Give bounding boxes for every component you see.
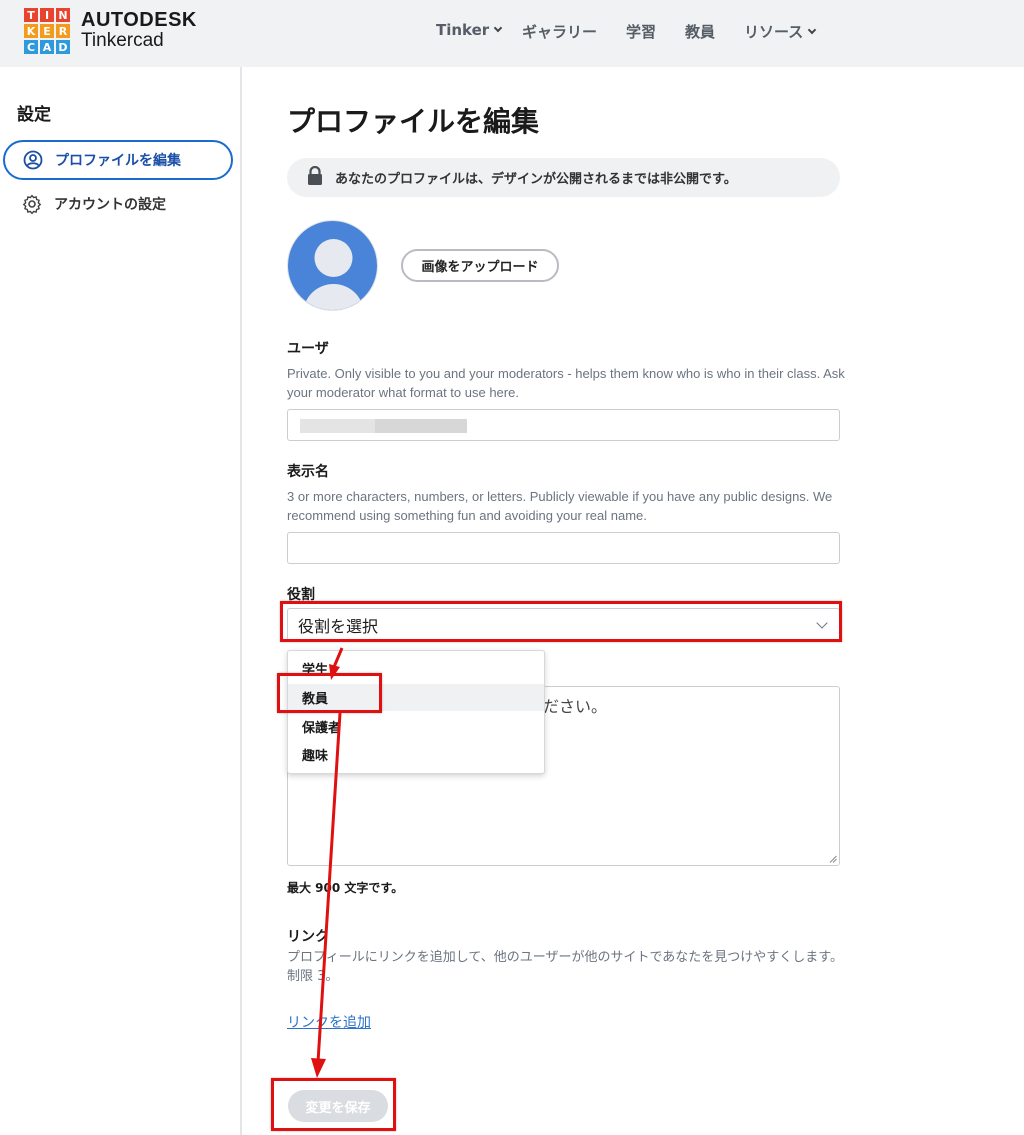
- username-field[interactable]: [287, 409, 840, 441]
- page-title: プロファイルを編集: [287, 105, 540, 138]
- logo-letter-n: N: [56, 8, 70, 22]
- brand-tinkercad: Tinkercad: [81, 30, 164, 51]
- privacy-notice-text: あなたのプロファイルは、デザインが公開されるまでは非公開です。: [335, 172, 737, 187]
- add-link-button[interactable]: リンクを追加: [287, 1012, 371, 1032]
- chevron-down-icon: [808, 25, 817, 34]
- gear-icon: [22, 194, 42, 214]
- display-name-field[interactable]: [287, 532, 840, 564]
- logo-letter-d: D: [56, 40, 70, 54]
- sidebar-divider: [240, 67, 242, 1135]
- sidebar-item-label: アカウントの設定: [54, 197, 166, 213]
- tinkercad-logo[interactable]: TIN KER CAD: [24, 8, 70, 54]
- logo-letter-c: C: [24, 40, 38, 54]
- display-name-label: 表示名: [287, 464, 329, 480]
- display-name-help-text: 3 or more characters, numbers, or letter…: [287, 489, 833, 523]
- redacted-value: [300, 419, 375, 433]
- resize-grip-icon[interactable]: [829, 855, 837, 863]
- sidebar-title: 設定: [17, 105, 51, 125]
- brand-name[interactable]: AUTODESK Tinkercad: [81, 10, 197, 52]
- sidebar-item-label: プロファイルを編集: [55, 153, 181, 169]
- redacted-value: [375, 419, 467, 433]
- sidebar-item-edit-profile[interactable]: プロファイルを編集: [3, 140, 233, 180]
- nav-teachers[interactable]: 教員: [685, 21, 715, 42]
- links-help-text: プロフィールにリンクを追加して、他のユーザーが他のサイトであなたを見つけやすくし…: [287, 950, 844, 984]
- max-chars-note: 最大 900 文字です。: [287, 881, 404, 895]
- top-header: TIN KER CAD AUTODESK Tinkercad Tinker ギャラリ…: [0, 0, 1024, 67]
- chevron-down-icon: [493, 23, 503, 33]
- user-label: ユーザ: [287, 341, 329, 357]
- bio-placeholder: ださい。: [543, 697, 608, 716]
- nav-learn-label: 学習: [626, 23, 657, 41]
- annotation-highlight-role-select: [280, 601, 842, 642]
- nav-tinker[interactable]: Tinker: [436, 21, 503, 39]
- privacy-banner: あなたのプロファイルは、デザインが公開されるまでは非公開です。: [287, 158, 840, 197]
- nav-learn[interactable]: 学習: [626, 21, 656, 42]
- logo-letter-i: I: [40, 8, 54, 22]
- sidebar-item-account-settings[interactable]: アカウントの設定: [22, 192, 166, 216]
- user-circle-icon: [23, 150, 43, 170]
- nav-teachers-label: 教員: [685, 23, 716, 41]
- annotation-highlight-save-button: [271, 1078, 396, 1131]
- logo-letter-k: K: [24, 24, 38, 38]
- role-option-hobbyist[interactable]: 趣味: [288, 741, 544, 768]
- lock-icon: [307, 165, 323, 189]
- logo-letter-e: E: [40, 24, 54, 38]
- role-option-parent[interactable]: 保護者: [288, 713, 544, 740]
- nav-resources-label: リソース: [744, 23, 804, 41]
- nav-gallery-label: ギャラリー: [522, 23, 598, 41]
- annotation-highlight-teacher-option: [277, 673, 382, 713]
- logo-letter-a: A: [40, 40, 54, 54]
- upload-image-button[interactable]: 画像をアップロード: [401, 249, 559, 282]
- avatar: [287, 220, 378, 311]
- logo-letter-r: R: [56, 24, 70, 38]
- user-help-text: Private. Only visible to you and your mo…: [287, 366, 845, 400]
- nav-gallery[interactable]: ギャラリー: [522, 21, 597, 42]
- links-label: リンク: [287, 929, 329, 945]
- nav-resources[interactable]: リソース: [744, 21, 817, 42]
- nav-tinker-label: Tinker: [436, 21, 490, 39]
- default-avatar-icon: [303, 239, 364, 310]
- brand-autodesk: AUTODESK: [81, 9, 197, 31]
- logo-letter-t: T: [24, 8, 38, 22]
